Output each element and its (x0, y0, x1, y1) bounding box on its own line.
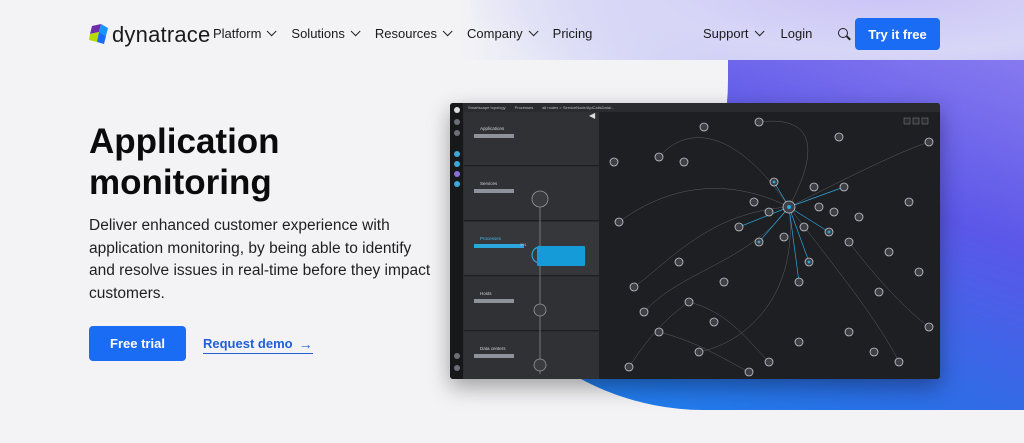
menu-resources[interactable]: Resources (374, 26, 453, 41)
panel-label: Hosts (480, 291, 492, 296)
main-menu: Platform Solutions Resources Company Pri… (213, 26, 592, 41)
request-demo-label: Request demo (203, 336, 293, 351)
dynatrace-logo-icon (89, 24, 108, 44)
menu-solutions[interactable]: Solutions (291, 26, 361, 41)
dynatrace-logo[interactable]: dynatrace (89, 22, 210, 48)
menu-platform[interactable]: Platform (213, 26, 277, 41)
process-tooltip (537, 246, 585, 266)
topology-graph (609, 117, 934, 377)
app-tab: Smartscape topology (468, 105, 506, 110)
menu-label: Pricing (552, 26, 593, 41)
free-trial-button[interactable]: Free trial (89, 326, 186, 361)
app-nav-icon (454, 161, 460, 167)
try-it-free-button[interactable]: Try it free (855, 18, 940, 50)
title-line-2: monitoring (89, 163, 272, 202)
app-search-icon (454, 119, 460, 125)
panel-bar (474, 354, 514, 358)
menu-label: Solutions (291, 26, 345, 41)
chevron-down-icon (754, 26, 765, 37)
panel-label: Services (480, 181, 498, 186)
chevron-down-icon (528, 26, 539, 37)
chevron-down-icon (267, 26, 277, 37)
product-screenshot: Smartscape topology Processes all nodes … (450, 103, 940, 379)
menu-support[interactable]: Support (703, 26, 765, 41)
app-logo-icon (454, 107, 460, 113)
chevron-down-icon (442, 26, 453, 37)
panel-bar (474, 134, 514, 138)
request-demo-link[interactable]: Request demo → (203, 336, 313, 354)
app-nav-icon (454, 171, 460, 177)
brand-name: dynatrace (112, 22, 211, 47)
chevron-left-icon: ◀ (589, 111, 596, 120)
app-tab: Processes (514, 105, 534, 110)
app-sidebar-rail (450, 103, 464, 379)
panel-label: Data centers (480, 346, 506, 351)
menu-label: Company (467, 26, 523, 41)
menu-pricing[interactable]: Pricing (553, 26, 593, 41)
panel-label: Applications (480, 126, 505, 131)
app-nav-icon (454, 151, 460, 157)
page-title: Application monitoring (89, 121, 280, 203)
app-tab: all nodes > ServiceNode/ApiCallsData/... (542, 105, 615, 110)
title-line-1: Application (89, 122, 280, 161)
panel-label: Processes (480, 236, 502, 241)
utility-nav: Support Login (703, 26, 850, 41)
search-icon[interactable] (838, 27, 850, 40)
app-layer-panel: Applications Services Processes 291 Host… (464, 112, 599, 379)
menu-label: Platform (213, 26, 262, 41)
menu-label: Support (703, 26, 749, 41)
hero-description: Deliver enhanced customer experience wit… (89, 217, 431, 302)
menu-company[interactable]: Company (467, 26, 539, 41)
app-user-icon (454, 353, 460, 359)
panel-bar (474, 299, 514, 303)
app-nav-icon (454, 181, 460, 187)
app-menu-icon (454, 130, 460, 136)
top-navigation: dynatrace Platform Solutions Resources C… (0, 0, 1024, 70)
chevron-down-icon (350, 26, 361, 37)
arrow-right-icon: → (298, 335, 313, 352)
app-settings-icon (454, 365, 460, 371)
panel-bar (474, 244, 524, 248)
login-link[interactable]: Login (781, 26, 813, 41)
app-breadcrumb: Smartscape topology Processes all nodes … (464, 103, 940, 112)
menu-label: Resources (374, 26, 438, 41)
panel-bar (474, 189, 514, 193)
